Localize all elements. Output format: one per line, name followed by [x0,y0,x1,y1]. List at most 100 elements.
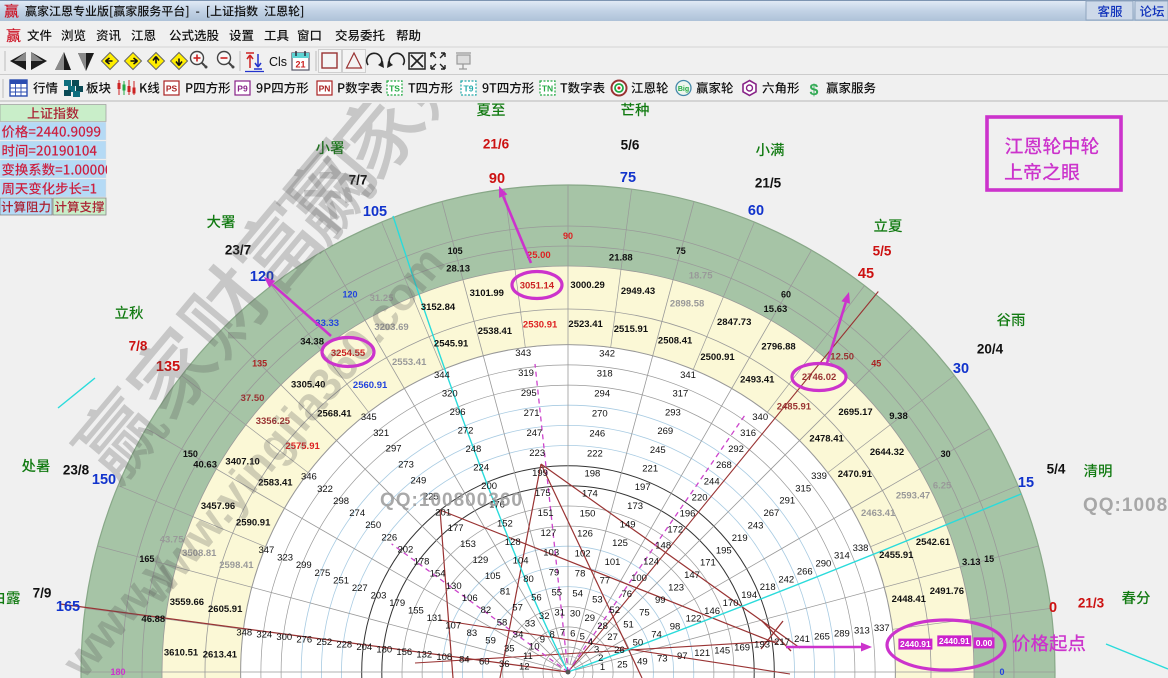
svg-text:2463.41: 2463.41 [861,508,896,519]
svg-text:300: 300 [276,632,292,643]
svg-text:18.75: 18.75 [689,271,713,282]
svg-text:197: 197 [635,482,651,493]
svg-text:268: 268 [716,460,732,471]
svg-text:57: 57 [512,603,523,614]
svg-text:220: 220 [692,492,708,503]
svg-text:131: 131 [427,613,443,624]
svg-text:275: 275 [314,568,330,579]
svg-text:12.50: 12.50 [830,352,854,363]
svg-text:243: 243 [748,521,764,532]
svg-text:132: 132 [416,649,432,660]
svg-text:36: 36 [499,659,510,670]
svg-text:2440.91: 2440.91 [900,639,931,649]
svg-text:145: 145 [714,645,730,656]
svg-text:60: 60 [781,289,791,299]
svg-text:8: 8 [549,630,554,641]
svg-text:28: 28 [597,621,608,632]
svg-text:2485.91: 2485.91 [777,402,812,413]
svg-text:98: 98 [670,622,681,633]
svg-text:81: 81 [500,587,511,598]
svg-text:3610.51: 3610.51 [164,647,199,658]
svg-text:76: 76 [622,589,633,600]
svg-text:250: 250 [365,520,381,531]
svg-text:343: 343 [515,348,531,359]
svg-text:2440.91: 2440.91 [939,636,970,646]
svg-text:179: 179 [389,598,405,609]
svg-text:3000.29: 3000.29 [570,280,604,291]
svg-text:2530.91: 2530.91 [523,320,558,331]
svg-text:124: 124 [643,557,659,568]
svg-text:2470.91: 2470.91 [838,469,873,480]
svg-text:3: 3 [594,645,599,656]
svg-text:265: 265 [814,631,830,642]
svg-text:245: 245 [650,445,666,456]
svg-text:84: 84 [459,654,470,665]
svg-text:34.38: 34.38 [300,337,324,348]
svg-text:122: 122 [686,614,702,625]
svg-text:337: 337 [874,623,890,634]
svg-text:315: 315 [795,483,811,494]
svg-text:174: 174 [582,488,598,499]
svg-text:146: 146 [704,606,720,617]
svg-text:21: 21 [295,60,305,70]
svg-text:3051.14: 3051.14 [520,281,555,292]
svg-text:5/5: 5/5 [873,244,892,259]
svg-text:Big: Big [678,86,689,93]
svg-text:2598.41: 2598.41 [219,560,254,571]
svg-text:149: 149 [620,520,636,531]
svg-text:26: 26 [614,645,625,656]
svg-text:228: 228 [336,640,352,651]
svg-text:104: 104 [513,555,529,566]
svg-text:322: 322 [317,484,333,495]
svg-text:7/9: 7/9 [33,586,52,601]
svg-text:2613.41: 2613.41 [203,649,238,660]
svg-text:52: 52 [609,605,620,616]
svg-text:147: 147 [684,570,700,581]
svg-text:294: 294 [594,388,610,399]
svg-text:0: 0 [999,667,1004,677]
svg-text:75: 75 [639,607,650,618]
svg-text:90: 90 [563,231,573,241]
svg-text:128: 128 [505,537,521,548]
svg-text:218: 218 [760,582,776,593]
svg-text:297: 297 [386,444,402,455]
svg-text:0: 0 [1049,600,1057,616]
svg-text:156: 156 [396,647,412,658]
svg-text:55: 55 [552,588,563,599]
svg-text:79: 79 [549,568,560,579]
svg-text:5/4: 5/4 [1047,462,1066,477]
svg-text:80: 80 [523,574,534,585]
svg-text:130: 130 [446,581,462,592]
svg-text:246: 246 [589,428,605,439]
svg-text:270: 270 [592,408,608,419]
svg-text:75: 75 [676,246,686,256]
svg-text:193: 193 [754,640,770,651]
svg-text:83: 83 [467,628,478,639]
svg-text:21.88: 21.88 [609,252,633,263]
svg-text:3101.99: 3101.99 [470,288,504,299]
svg-text:2746.02: 2746.02 [802,372,836,383]
svg-text:148: 148 [655,541,671,552]
svg-text:319: 319 [518,368,534,379]
svg-text:105: 105 [448,246,463,256]
svg-text:318: 318 [597,368,613,379]
svg-text:324: 324 [256,630,272,641]
svg-text:11: 11 [523,651,533,662]
svg-text:5: 5 [580,632,585,643]
svg-text:165: 165 [56,599,80,615]
svg-text:2538.41: 2538.41 [478,326,513,337]
svg-text:15: 15 [984,554,994,564]
svg-text:P9: P9 [237,84,248,94]
svg-text:271: 271 [524,408,540,419]
svg-text:35: 35 [504,643,515,654]
svg-text:60: 60 [748,203,764,219]
svg-text:21/3: 21/3 [1078,596,1105,611]
svg-text:102: 102 [575,548,591,559]
svg-text:QQ:100800360: QQ:100800360 [380,490,523,511]
svg-text:30: 30 [941,449,951,459]
svg-text:129: 129 [472,555,488,566]
svg-text:31: 31 [554,608,565,619]
svg-text:202: 202 [397,545,413,556]
svg-text:198: 198 [584,468,600,479]
svg-text:2500.91: 2500.91 [700,352,735,363]
